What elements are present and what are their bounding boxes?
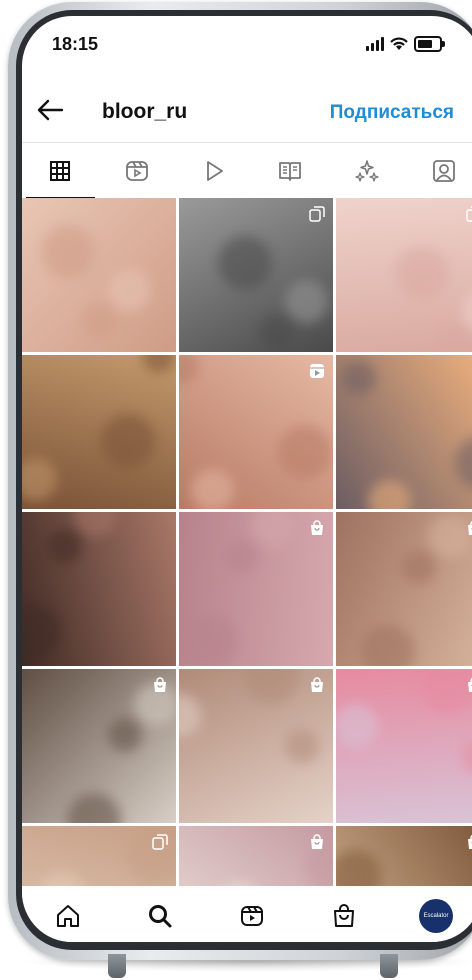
battery-icon [414, 36, 445, 52]
shopping-bag-icon [466, 520, 472, 536]
phone-stand-foot-left [108, 954, 126, 978]
play-icon [206, 161, 223, 181]
nav-home[interactable] [51, 899, 85, 933]
phone-screen: 18:15 bloor_ru Подписаться Escalator [22, 16, 472, 942]
grid-icon [50, 161, 71, 181]
tab-tagged[interactable] [405, 143, 472, 199]
post-retro-woman-lipstick[interactable] [22, 512, 176, 666]
post-window-bath[interactable] [22, 355, 176, 509]
back-arrow-icon[interactable] [36, 98, 64, 122]
status-time: 18:15 [52, 34, 99, 54]
shopping-bag-icon [466, 677, 472, 693]
tagged-person-icon [432, 160, 455, 182]
search-icon [149, 905, 172, 928]
multi-photo-icon [309, 206, 325, 222]
post-rose-gold-roller[interactable] [179, 355, 333, 509]
post-tulips-heart-stones[interactable] [179, 512, 333, 666]
profile-username: bloor_ru [102, 100, 188, 123]
status-bar: 18:15 [22, 16, 472, 68]
post-gold-chain-roller[interactable] [336, 512, 472, 666]
post-pink-cake-roller[interactable] [336, 669, 472, 823]
profile-avatar: Escalator [419, 899, 453, 933]
tab-effects[interactable] [329, 143, 406, 199]
reels-icon [126, 161, 148, 181]
guide-book-icon [279, 162, 302, 181]
post-two-faces-closeup[interactable] [22, 198, 176, 352]
shopping-bag-icon [466, 834, 472, 850]
sparkles-icon [355, 160, 379, 182]
shopping-bag-icon [309, 677, 325, 693]
tab-grid[interactable] [22, 143, 99, 199]
profile-header: bloor_ru Подписаться [22, 84, 472, 138]
post-city-sunset-window[interactable] [336, 355, 472, 509]
nav-search[interactable] [143, 899, 177, 933]
nav-reels[interactable] [235, 899, 269, 933]
shopping-bag-icon [309, 520, 325, 536]
nav-profile[interactable]: Escalator [419, 899, 453, 933]
bottom-nav: Escalator [22, 886, 472, 942]
post-woman-bed-reading[interactable] [22, 669, 176, 823]
nav-shop[interactable] [327, 899, 361, 933]
multi-photo-icon [466, 206, 472, 222]
phone-stand-foot-right [380, 954, 398, 978]
follow-button[interactable]: Подписаться [330, 102, 454, 124]
profile-tabs [22, 142, 472, 199]
post-pink-gua-sha-stones[interactable] [336, 198, 472, 352]
reels-icon [309, 363, 325, 379]
post-vintage-fur-coat-bw[interactable] [179, 198, 333, 352]
shopping-bag-icon [152, 677, 168, 693]
tab-videos[interactable] [175, 143, 252, 199]
signal-icon [366, 37, 384, 51]
tab-guides[interactable] [252, 143, 329, 199]
status-icons [366, 36, 445, 52]
tab-reels[interactable] [99, 143, 176, 199]
home-icon [57, 905, 79, 927]
multi-photo-icon [152, 834, 168, 850]
wifi-icon [390, 37, 408, 50]
post-grid [22, 198, 472, 942]
shopping-bag-icon [309, 834, 325, 850]
shopping-bag-icon [334, 904, 354, 927]
post-towel-eye-patches[interactable] [179, 669, 333, 823]
reels-icon [241, 906, 263, 926]
